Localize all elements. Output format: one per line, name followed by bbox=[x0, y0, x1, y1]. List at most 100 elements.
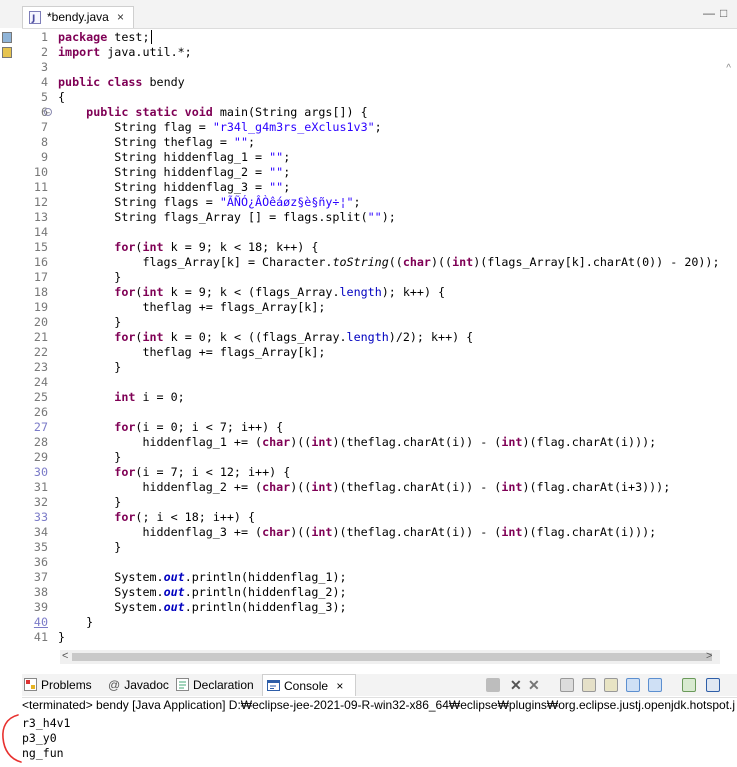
code-text: String hiddenflag_2 = ""; bbox=[58, 165, 291, 179]
code-line[interactable]: 23 } bbox=[22, 360, 737, 375]
code-text: System.out.println(hiddenflag_3); bbox=[58, 600, 347, 614]
clear-console-icon[interactable] bbox=[560, 678, 574, 692]
code-line[interactable]: 9 String hiddenflag_1 = ""; bbox=[22, 150, 737, 165]
code-line[interactable]: 26 bbox=[22, 405, 737, 420]
code-line[interactable]: 28 hiddenflag_1 += (char)((int)(theflag.… bbox=[22, 435, 737, 450]
line-number: 27 bbox=[33, 420, 48, 434]
code-text: String hiddenflag_1 = ""; bbox=[58, 150, 291, 164]
fold-toggle-icon[interactable]: − bbox=[44, 108, 52, 117]
code-line[interactable]: 6− public static void main(String args[]… bbox=[22, 105, 737, 120]
scroll-left-icon[interactable]: < bbox=[62, 650, 68, 662]
remove-launch-icon[interactable]: ✕ bbox=[510, 678, 524, 692]
code-line[interactable]: 1 package test; bbox=[2, 30, 737, 45]
open-console-icon[interactable] bbox=[706, 678, 720, 692]
line-number: 32 bbox=[33, 495, 48, 509]
line-number: 35 bbox=[33, 540, 48, 554]
code-line[interactable]: 31 hiddenflag_2 += (char)((int)(theflag.… bbox=[22, 480, 737, 495]
code-line[interactable]: 30 for(i = 7; i < 12; i++) { bbox=[22, 465, 737, 480]
code-line[interactable]: 34 hiddenflag_3 += (char)((int)(theflag.… bbox=[22, 525, 737, 540]
code-text: } bbox=[58, 495, 122, 509]
line-number: 18 bbox=[33, 285, 48, 299]
code-line[interactable]: 35 } bbox=[22, 540, 737, 555]
at-sign-icon: @ bbox=[108, 678, 121, 692]
close-icon[interactable]: × bbox=[117, 7, 124, 27]
terminate-icon[interactable] bbox=[486, 678, 500, 692]
line-number: 13 bbox=[33, 210, 48, 224]
code-line[interactable]: 5{ bbox=[22, 90, 737, 105]
code-line[interactable]: 14 bbox=[22, 225, 737, 240]
maximize-button[interactable]: □ bbox=[720, 6, 727, 20]
code-text: { bbox=[58, 90, 66, 104]
pin-console-icon[interactable] bbox=[682, 678, 696, 692]
code-line[interactable]: 40 } bbox=[22, 615, 737, 630]
code-line[interactable]: 32 } bbox=[22, 495, 737, 510]
code-line[interactable]: 20 } bbox=[22, 315, 737, 330]
code-line[interactable]: 4 public class bendy bbox=[22, 75, 737, 90]
line-number: 41 bbox=[33, 630, 48, 644]
code-line[interactable]: 16 flags_Array[k] = Character.toString((… bbox=[22, 255, 737, 270]
line-number: 25 bbox=[33, 390, 48, 404]
horizontal-scrollbar[interactable]: < bbox=[60, 650, 720, 664]
code-line[interactable]: 29 } bbox=[22, 450, 737, 465]
code-line[interactable]: 25 int i = 0; bbox=[22, 390, 737, 405]
code-line[interactable]: 18 for(int k = 9; k < (flags_Array.lengt… bbox=[22, 285, 737, 300]
show-console-stdout-icon[interactable] bbox=[626, 678, 640, 692]
code-text: hiddenflag_1 += (char)((int)(theflag.cha… bbox=[58, 435, 657, 449]
show-console-stderr-icon[interactable] bbox=[648, 678, 662, 692]
remove-all-icon[interactable]: ✕ bbox=[528, 678, 542, 692]
code-text: System.out.println(hiddenflag_2); bbox=[58, 585, 347, 599]
code-line[interactable]: 38 System.out.println(hiddenflag_2); bbox=[22, 585, 737, 600]
line-number: 37 bbox=[33, 570, 48, 584]
code-text: public class bendy bbox=[58, 75, 185, 89]
minimize-button[interactable]: — bbox=[703, 6, 715, 20]
code-line[interactable]: 2 import java.util.*; bbox=[2, 45, 737, 60]
word-wrap-icon[interactable] bbox=[604, 678, 618, 692]
console-output[interactable]: r3_h4v1 p3_y0 ng_fun bbox=[22, 716, 70, 761]
code-line[interactable]: 39 System.out.println(hiddenflag_3); bbox=[22, 600, 737, 615]
code-line[interactable]: 10 String hiddenflag_2 = ""; bbox=[22, 165, 737, 180]
scroll-right-icon[interactable]: > bbox=[706, 650, 712, 662]
tab-console[interactable]: Console × bbox=[262, 674, 356, 696]
code-text: } bbox=[58, 615, 94, 629]
line-number: 26 bbox=[33, 405, 48, 419]
code-line[interactable]: 27 for(i = 0; i < 7; i++) { bbox=[22, 420, 737, 435]
code-text: package test; bbox=[58, 30, 152, 44]
code-line[interactable]: 33 for(; i < 18; i++) { bbox=[22, 510, 737, 525]
line-number: 24 bbox=[33, 375, 48, 389]
code-text: for(i = 7; i < 12; i++) { bbox=[114, 465, 291, 479]
code-line[interactable]: 13 String flags_Array [] = flags.split("… bbox=[22, 210, 737, 225]
line-number: 7 bbox=[40, 120, 48, 134]
code-text: System.out.println(hiddenflag_1); bbox=[58, 570, 347, 584]
tab-javadoc[interactable]: @ Javadoc bbox=[108, 674, 169, 696]
tab-problems[interactable]: Problems bbox=[24, 674, 92, 696]
code-line[interactable]: 22 theflag += flags_Array[k]; bbox=[22, 345, 737, 360]
code-text: String hiddenflag_3 = ""; bbox=[58, 180, 291, 194]
scroll-lock-icon[interactable] bbox=[582, 678, 596, 692]
code-editor[interactable]: 1 package test; 2 import java.util.*; 3 4 publ… bbox=[2, 28, 737, 669]
code-line[interactable]: 12 String flags = "ÃÑÓ¿ÂÒêáøz§è§ñy÷¦"; bbox=[22, 195, 737, 210]
editor-tab-title: *bendy.java bbox=[47, 10, 109, 24]
code-line[interactable]: 37 System.out.println(hiddenflag_1); bbox=[22, 570, 737, 585]
bookmark-icon[interactable] bbox=[2, 32, 12, 43]
code-line[interactable]: 15 for(int k = 9; k < 18; k++) { bbox=[22, 240, 737, 255]
code-line[interactable]: 11 String hiddenflag_3 = ""; bbox=[22, 180, 737, 195]
code-line[interactable]: 17 } bbox=[22, 270, 737, 285]
tab-console-label: Console bbox=[284, 679, 329, 693]
code-line[interactable]: 24 bbox=[22, 375, 737, 390]
close-icon[interactable]: × bbox=[336, 679, 343, 693]
editor-tab-bendy-java[interactable]: J *bendy.java × bbox=[22, 6, 134, 28]
line-number: 1 bbox=[40, 30, 48, 44]
scrollbar-thumb[interactable] bbox=[72, 653, 712, 661]
code-line[interactable]: 41} bbox=[22, 630, 737, 645]
red-bracket-annotation bbox=[2, 714, 22, 763]
code-line[interactable]: 7 String flag = "r34l_g4m3rs_eXclus1v3"; bbox=[22, 120, 737, 135]
code-text: theflag += flags_Array[k]; bbox=[58, 345, 326, 359]
code-line[interactable]: 36 bbox=[22, 555, 737, 570]
code-line[interactable]: 19 theflag += flags_Array[k]; bbox=[22, 300, 737, 315]
scroll-up-icon[interactable]: ^ bbox=[726, 63, 731, 74]
code-line[interactable]: 8 String theflag = ""; bbox=[22, 135, 737, 150]
code-line[interactable]: 3 bbox=[22, 60, 737, 75]
tab-declaration[interactable]: Declaration bbox=[176, 674, 254, 696]
warning-icon[interactable] bbox=[2, 47, 12, 58]
code-line[interactable]: 21 for(int k = 0; k < ((flags_Array.leng… bbox=[22, 330, 737, 345]
